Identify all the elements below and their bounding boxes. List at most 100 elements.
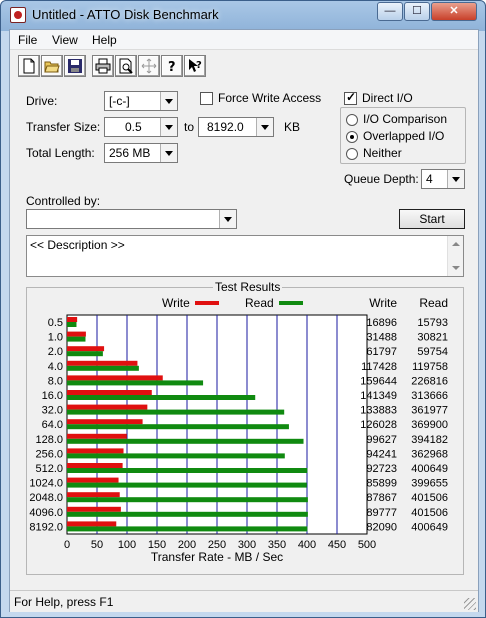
x-tick-label: 50 bbox=[91, 539, 103, 551]
overlapped-io-radio[interactable] bbox=[346, 131, 358, 143]
x-tick-label: 450 bbox=[328, 539, 346, 551]
read-bar bbox=[67, 438, 304, 444]
minimize-button[interactable]: — bbox=[377, 2, 403, 21]
status-bar: For Help, press F1 bbox=[10, 590, 478, 612]
chevron-down-icon[interactable] bbox=[160, 144, 177, 162]
start-button[interactable]: Start bbox=[399, 209, 465, 229]
transfer-from-select[interactable]: 0.5 bbox=[104, 117, 178, 137]
force-write-checkbox[interactable] bbox=[200, 92, 213, 105]
help-icon[interactable]: ? bbox=[161, 55, 183, 77]
write-value: 87867 bbox=[366, 492, 397, 504]
write-value: 61797 bbox=[366, 346, 397, 358]
kb-label: KB bbox=[284, 120, 301, 134]
read-bar bbox=[67, 395, 256, 400]
app-window: Untitled - ATTO Disk Benchmark — ☐ ✕ Fil… bbox=[0, 0, 486, 618]
svg-text:?: ? bbox=[196, 60, 202, 71]
y-tick-label: 4096.0 bbox=[29, 507, 63, 519]
window-title: Untitled - ATTO Disk Benchmark bbox=[32, 7, 219, 22]
transfer-size-label: Transfer Size: bbox=[26, 120, 101, 134]
description-scrollbar[interactable] bbox=[447, 236, 463, 276]
title-bar[interactable]: Untitled - ATTO Disk Benchmark — ☐ ✕ bbox=[1, 1, 485, 29]
controlled-by-label: Controlled by: bbox=[26, 194, 101, 208]
move-icon[interactable] bbox=[138, 55, 160, 77]
write-value: 159644 bbox=[360, 375, 397, 387]
y-tick-label: 8.0 bbox=[48, 375, 63, 387]
write-value: 89777 bbox=[366, 507, 397, 519]
context-help-icon[interactable]: ? bbox=[184, 55, 206, 77]
total-length-select[interactable]: 256 MB bbox=[104, 143, 178, 163]
read-value: 313666 bbox=[411, 390, 448, 402]
y-tick-label: 16.0 bbox=[42, 390, 63, 402]
queue-depth-label: Queue Depth: bbox=[344, 172, 419, 186]
y-tick-label: 0.5 bbox=[48, 317, 63, 329]
read-value: 369900 bbox=[411, 419, 448, 431]
resize-grip-icon[interactable] bbox=[464, 598, 476, 610]
read-value: 59754 bbox=[417, 346, 448, 358]
write-value: 16896 bbox=[366, 317, 397, 329]
chevron-down-icon[interactable] bbox=[447, 170, 464, 188]
write-value: 133883 bbox=[360, 405, 397, 417]
maximize-button[interactable]: ☐ bbox=[404, 2, 430, 21]
read-bar bbox=[67, 424, 289, 430]
write-value: 126028 bbox=[360, 419, 397, 431]
read-bar bbox=[67, 511, 308, 517]
io-comparison-label: I/O Comparison bbox=[363, 112, 448, 126]
x-axis-label: Transfer Rate - MB / Sec bbox=[151, 550, 283, 564]
chevron-down-icon[interactable] bbox=[160, 118, 177, 136]
write-bar bbox=[67, 404, 148, 410]
write-bar bbox=[67, 506, 121, 512]
y-tick-label: 512.0 bbox=[35, 463, 63, 475]
scroll-up-icon[interactable] bbox=[452, 242, 460, 246]
x-tick-label: 500 bbox=[358, 539, 376, 551]
x-tick-label: 400 bbox=[298, 539, 316, 551]
menu-view[interactable]: View bbox=[52, 33, 78, 47]
read-value: 226816 bbox=[411, 375, 448, 387]
write-bar bbox=[67, 419, 143, 425]
scroll-down-icon[interactable] bbox=[452, 266, 460, 270]
write-bar bbox=[67, 477, 119, 483]
transfer-to-value: 8192.0 bbox=[207, 120, 244, 134]
controlled-by-select[interactable] bbox=[26, 209, 237, 229]
print-icon[interactable] bbox=[92, 55, 114, 77]
read-bar bbox=[67, 365, 139, 371]
legend-label-write: Write bbox=[162, 296, 190, 310]
read-bar bbox=[67, 351, 103, 357]
neither-radio[interactable] bbox=[346, 148, 358, 160]
menu-help[interactable]: Help bbox=[92, 33, 117, 47]
y-tick-label: 4.0 bbox=[48, 361, 63, 373]
save-icon[interactable] bbox=[64, 55, 86, 77]
read-value: 401506 bbox=[411, 507, 448, 519]
menu-file[interactable]: File bbox=[18, 33, 37, 47]
transfer-to-select[interactable]: 8192.0 bbox=[198, 117, 274, 137]
read-bar bbox=[67, 468, 308, 473]
write-value: 117428 bbox=[361, 361, 397, 373]
status-text: For Help, press F1 bbox=[14, 595, 114, 609]
chevron-down-icon[interactable] bbox=[160, 92, 177, 110]
write-bar bbox=[67, 521, 117, 527]
results-chart: 0 50 100 150 200 250 300 350 400 450 500Transfer R… bbox=[29, 296, 448, 564]
drive-select[interactable]: [-c-] bbox=[104, 91, 178, 111]
column-header-write: Write bbox=[369, 296, 397, 310]
read-value: 400649 bbox=[411, 463, 448, 475]
write-bar bbox=[67, 390, 152, 395]
read-bar bbox=[67, 453, 285, 459]
read-value: 399655 bbox=[411, 478, 448, 490]
description-textarea[interactable]: << Description >> bbox=[26, 235, 464, 277]
y-tick-label: 64.0 bbox=[42, 419, 63, 431]
total-length-value: 256 MB bbox=[109, 146, 151, 160]
queue-depth-select[interactable]: 4 bbox=[421, 169, 465, 189]
force-write-label: Force Write Access bbox=[218, 91, 322, 105]
direct-io-checkbox[interactable] bbox=[344, 90, 357, 105]
chevron-down-icon[interactable] bbox=[219, 210, 236, 228]
new-file-icon[interactable] bbox=[18, 55, 40, 77]
menu-bar: File View Help bbox=[10, 30, 478, 50]
io-comparison-radio[interactable] bbox=[346, 114, 358, 126]
chevron-down-icon[interactable] bbox=[256, 118, 273, 136]
print-preview-icon[interactable] bbox=[115, 55, 137, 77]
x-tick-label: 0 bbox=[64, 539, 70, 551]
close-button[interactable]: ✕ bbox=[431, 2, 477, 21]
legend-swatch-read bbox=[279, 301, 303, 305]
write-bar bbox=[67, 331, 86, 337]
read-bar bbox=[67, 482, 307, 488]
open-folder-icon[interactable] bbox=[41, 55, 63, 77]
